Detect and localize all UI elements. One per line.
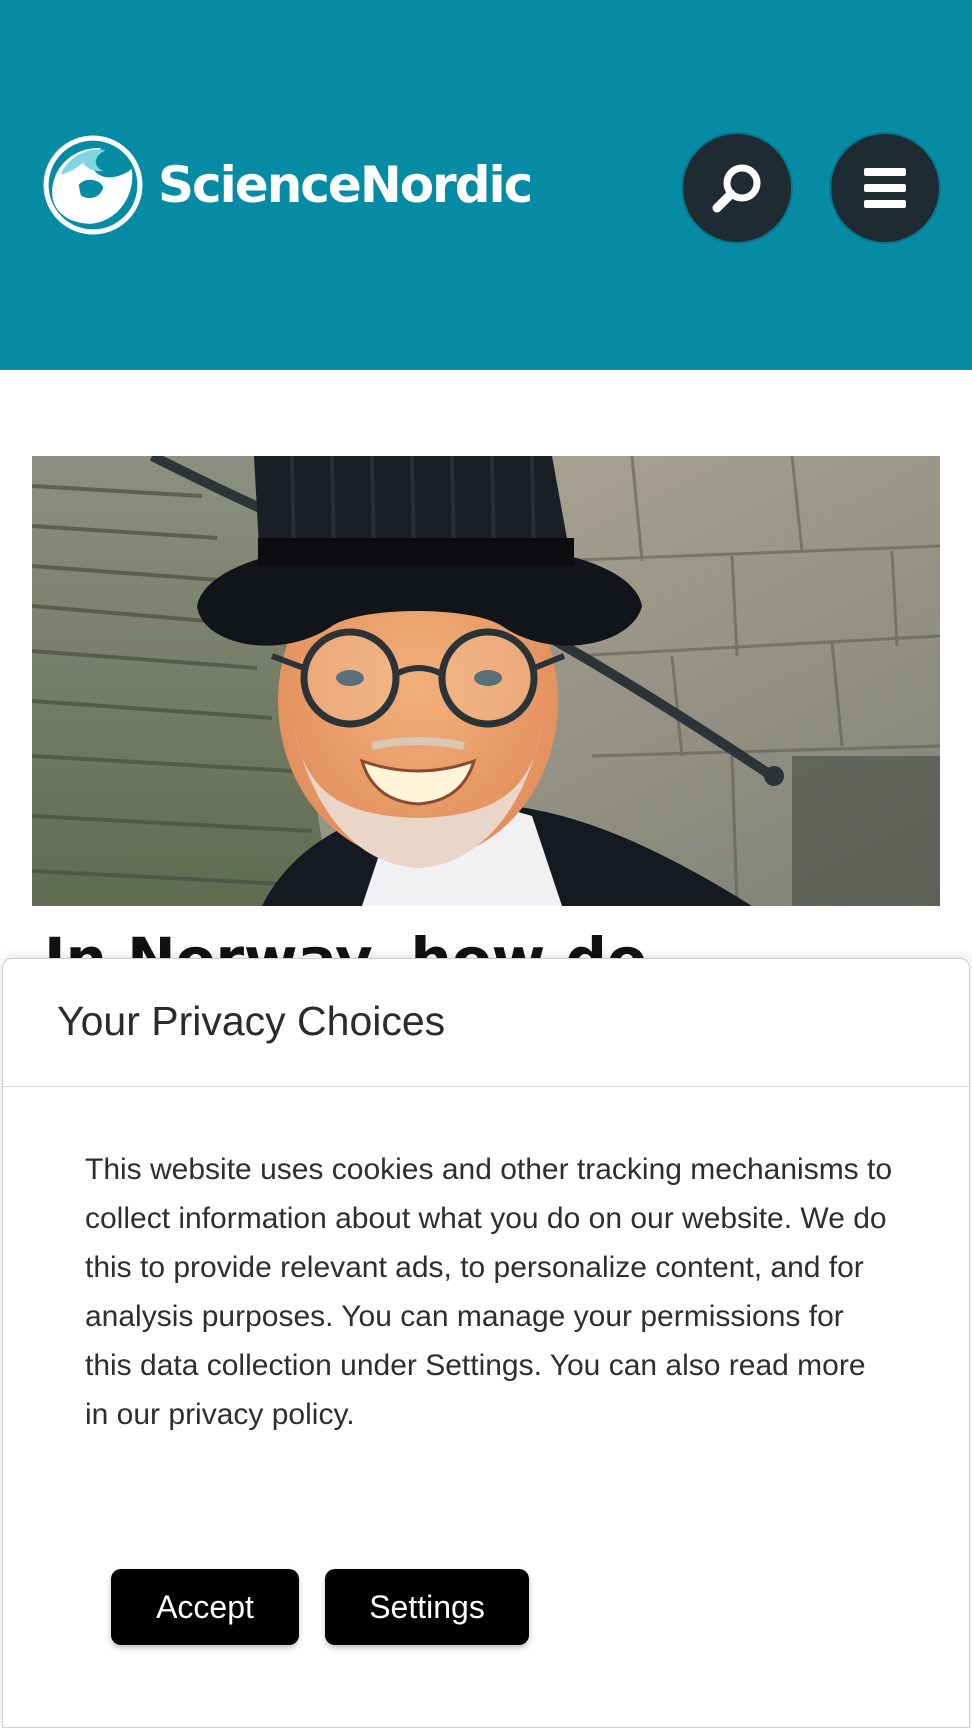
- hamburger-menu-icon: [864, 168, 906, 208]
- privacy-dialog-title: Your Privacy Choices: [57, 998, 446, 1044]
- menu-button[interactable]: [831, 134, 939, 242]
- settings-button[interactable]: Settings: [325, 1569, 529, 1645]
- privacy-dialog-actions: Accept Settings: [111, 1569, 529, 1645]
- sciencenordic-wave-logo-icon: [43, 135, 143, 235]
- page: ScienceNordic Your Privacy Choices This …: [0, 0, 972, 1728]
- hero-image[interactable]: [32, 456, 940, 906]
- privacy-dialog-text: This website uses cookies and other trac…: [85, 1153, 893, 1431]
- privacy-dialog-header: Your Privacy Choices: [3, 959, 969, 1087]
- hero-photo-illustration: [32, 456, 940, 906]
- search-button[interactable]: [683, 134, 791, 242]
- site-header: ScienceNordic: [0, 0, 972, 370]
- privacy-dialog: Your Privacy Choices This website uses c…: [2, 958, 970, 1728]
- accept-button[interactable]: Accept: [111, 1569, 299, 1645]
- brand-name: ScienceNordic: [158, 156, 533, 214]
- privacy-dialog-body: This website uses cookies and other trac…: [3, 1087, 895, 1439]
- brand-logo[interactable]: ScienceNordic: [42, 134, 533, 236]
- search-icon: [712, 164, 761, 213]
